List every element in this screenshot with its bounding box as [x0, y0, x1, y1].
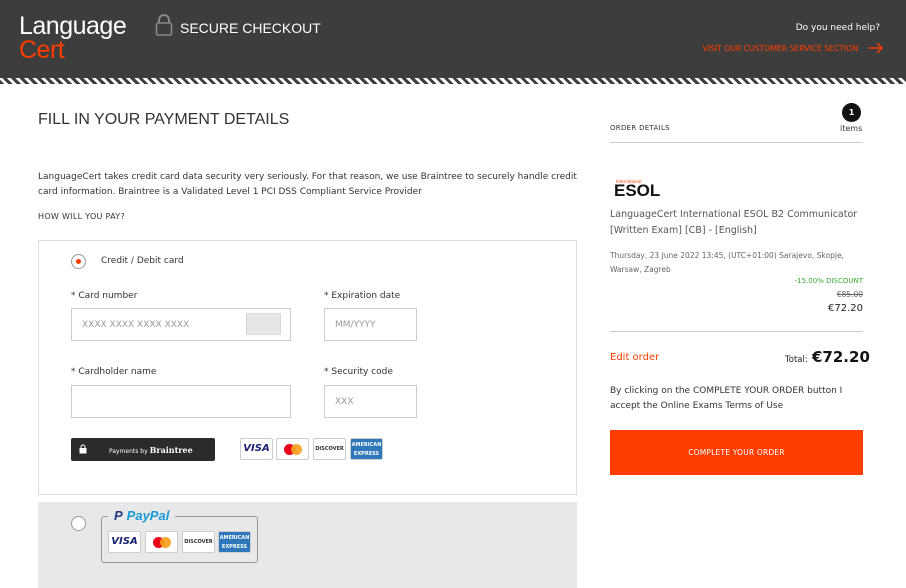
esol-logo: ESOL: [614, 181, 661, 200]
lock-icon: [155, 14, 173, 36]
page-title: FILL IN YOUR PAYMENT DETAILS: [38, 111, 290, 128]
site-header: Language Cert SECURE CHECKOUT Do you nee…: [0, 0, 906, 78]
discount-label: -15.00% DISCOUNT: [794, 277, 863, 285]
lock-icon: [79, 444, 87, 454]
paypal-amex-icon: AMERICAN EXPRESS: [218, 531, 251, 553]
exam-date: Thursday, 23 June 2022 13:45, (UTC+01:00…: [610, 251, 844, 274]
divider: [610, 331, 863, 332]
cardholder-label: * Cardholder name: [71, 367, 157, 377]
security-code-input[interactable]: [324, 385, 417, 418]
expiration-input[interactable]: [324, 308, 417, 341]
divider: [610, 142, 863, 143]
total-value: €72.20: [812, 348, 870, 366]
order-details-label: ORDER DETAILS: [610, 124, 670, 132]
paypal-discover-icon: DISCOVER: [182, 531, 215, 553]
old-price: €85.00: [836, 290, 863, 299]
visa-icon: VISA: [240, 438, 273, 460]
braintree-brand: Braintree: [149, 445, 193, 455]
help-question: Do you need help?: [795, 23, 880, 33]
paypal-label: PayPal: [126, 508, 170, 523]
product-name: LanguageCert International ESOL B2 Commu…: [610, 209, 858, 236]
items-label: items: [840, 124, 863, 133]
security-intro: LanguageCert takes credit card data secu…: [38, 172, 577, 197]
complete-order-button[interactable]: COMPLETE YOUR ORDER: [610, 430, 863, 475]
item-price: €72.20: [828, 303, 863, 314]
item-count-badge: 1: [842, 103, 861, 122]
paypal-logo: P PayPal: [108, 507, 176, 525]
terms-text: By clicking on the COMPLETE YOUR ORDER b…: [610, 386, 843, 411]
card-option-label: Credit / Debit card: [101, 256, 184, 266]
discover-icon: DISCOVER: [313, 438, 346, 460]
paypal-mastercard-icon: [145, 531, 178, 553]
braintree-prefix: Payments by: [109, 448, 148, 455]
header-zigzag-border: [0, 78, 906, 84]
paypal-radio[interactable]: [71, 516, 86, 531]
braintree-badge: Payments by Braintree: [71, 438, 215, 461]
customer-service-link[interactable]: VISIT OUR CUSTOMER SERVICE SECTION: [703, 44, 859, 53]
how-will-you-pay-label: HOW WILL YOU PAY?: [38, 212, 126, 221]
amex-icon: AMERICAN EXPRESS: [350, 438, 383, 460]
paypal-visa-icon: VISA: [108, 531, 141, 553]
expiration-label: * Expiration date: [324, 291, 401, 301]
card-radio[interactable]: [71, 254, 86, 269]
logo-cert[interactable]: Cert: [19, 36, 65, 65]
braintree-text: Payments by Braintree: [109, 445, 193, 455]
secure-checkout-title: SECURE CHECKOUT: [180, 20, 321, 36]
card-number-label: * Card number: [71, 291, 138, 301]
card-type-icon: [246, 313, 281, 335]
total-label: Total:: [785, 355, 808, 365]
arrow-right-icon[interactable]: [868, 40, 884, 56]
mastercard-icon: [276, 438, 309, 460]
security-code-label: * Security code: [324, 367, 393, 377]
edit-order-link[interactable]: Edit order: [610, 352, 659, 363]
cardholder-input[interactable]: [71, 385, 291, 418]
